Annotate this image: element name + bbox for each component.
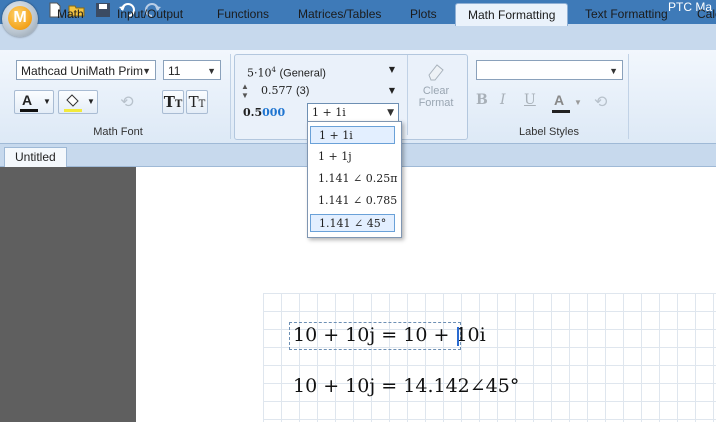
chevron-down-icon: ▼ bbox=[43, 97, 51, 106]
text-color-button[interactable]: A ▼ bbox=[14, 90, 54, 114]
chevron-down-icon: ▼ bbox=[87, 97, 95, 106]
math-font-value: Mathcad UniMath Prim bbox=[21, 64, 144, 78]
tab-calc[interactable]: Calc bbox=[697, 6, 716, 26]
precision-value: 0.577 bbox=[261, 84, 293, 97]
format-preview: 0.5000 bbox=[243, 104, 303, 122]
result-format-value: 5·10 bbox=[247, 66, 272, 80]
eq2-lhs: 10 + 10j bbox=[293, 375, 376, 397]
tab-math-formatting[interactable]: Math Formatting bbox=[455, 3, 569, 26]
save-icon[interactable] bbox=[94, 2, 112, 20]
app-menu-button[interactable]: M bbox=[2, 1, 38, 37]
complex-format-value: 1 + 1i bbox=[312, 106, 346, 119]
ribbon-tab-bar bbox=[0, 24, 716, 51]
text-color-swatch bbox=[20, 109, 38, 112]
complex-format-dropdown: 1 + 1i 1 + 1j 1.141 ∠ 0.25π 1.141 ∠ 0.78… bbox=[307, 121, 402, 238]
complex-option-1i[interactable]: 1 + 1i bbox=[310, 126, 395, 144]
complex-format-combo[interactable]: 1 + 1i ▼ bbox=[307, 103, 399, 122]
complex-option-1j[interactable]: 1 + 1j bbox=[310, 148, 395, 166]
left-margin-pane bbox=[0, 167, 136, 422]
eq1-lhs: 10 + 10j bbox=[293, 324, 376, 346]
eq2-rhs: 14.142∠45° bbox=[403, 375, 520, 397]
label-text-color-swatch bbox=[552, 110, 570, 113]
tab-plots[interactable]: Plots bbox=[410, 6, 437, 26]
italic-icon[interactable]: I bbox=[500, 92, 518, 112]
tab-text-formatting[interactable]: Text Formatting bbox=[585, 6, 668, 26]
math-region-2[interactable]: 10 + 10j = 14.142∠45° bbox=[293, 375, 519, 397]
text-cursor bbox=[457, 327, 459, 346]
document-tab-untitled[interactable]: Untitled bbox=[4, 147, 67, 167]
label-styles-group-label: Label Styles bbox=[519, 126, 579, 138]
format-preview-extra: 000 bbox=[262, 106, 286, 119]
reset-label-style-icon[interactable]: ⟲ bbox=[594, 92, 616, 114]
reset-style-icon[interactable]: ⟲ bbox=[116, 92, 138, 114]
chevron-down-icon: ▼ bbox=[207, 66, 216, 76]
eraser-icon bbox=[411, 61, 461, 85]
highlight-swatch bbox=[64, 109, 82, 112]
precision-digits: (3) bbox=[296, 85, 310, 97]
result-format-exponent: 4 bbox=[271, 66, 276, 74]
precision-combo[interactable]: 0.577 (3) ▼ bbox=[261, 82, 399, 100]
result-format-name: (General) bbox=[279, 67, 326, 80]
chevron-down-icon: ▼ bbox=[387, 108, 394, 118]
math-font-size-value: 11 bbox=[168, 64, 181, 78]
highlight-color-button[interactable]: ▼ bbox=[58, 90, 98, 114]
complex-option-polar-deg[interactable]: 1.141 ∠ 45° bbox=[310, 214, 395, 232]
math-font-combo[interactable]: Mathcad UniMath Prim ▼ bbox=[16, 60, 156, 80]
clear-format-button[interactable]: Clear Format bbox=[411, 61, 461, 127]
precision-spinner-icon[interactable]: ▲ ▼ bbox=[241, 82, 251, 100]
equals-sign: = bbox=[381, 375, 398, 397]
text-color-icon: A bbox=[22, 92, 33, 108]
math-font-group-label: Math Font bbox=[93, 126, 143, 138]
math-font-size-combo[interactable]: 11 ▼ bbox=[163, 60, 221, 80]
chevron-down-icon: ▼ bbox=[388, 86, 395, 95]
label-text-color-button[interactable]: A ▼ bbox=[550, 90, 582, 114]
label-text-color-icon: A bbox=[554, 92, 565, 108]
font-size-increase-icon[interactable]: TT bbox=[162, 90, 184, 114]
app-logo-icon: M bbox=[8, 6, 32, 30]
tab-matrices-tables[interactable]: Matrices/Tables bbox=[298, 6, 381, 26]
worksheet-grid[interactable] bbox=[263, 293, 716, 422]
chevron-down-icon: ▼ bbox=[142, 66, 151, 76]
bold-icon[interactable]: B bbox=[476, 92, 494, 112]
group-divider bbox=[407, 55, 408, 135]
eq1-rhs: 10 + 10i bbox=[403, 324, 486, 346]
complex-option-polar-rad[interactable]: 1.141 ∠ 0.785 bbox=[310, 192, 397, 210]
result-format-combo[interactable]: 5·104 (General) ▼ bbox=[247, 61, 399, 80]
math-font-group: Mathcad UniMath Prim ▼ 11 ▼ A ▼ ▼ ⟲ TT T… bbox=[6, 54, 231, 139]
clear-format-label-2: Format bbox=[418, 97, 454, 109]
label-style-combo[interactable]: ▼ bbox=[476, 60, 623, 80]
equals-sign: = bbox=[381, 324, 398, 346]
complex-option-polar-pi[interactable]: 1.141 ∠ 0.25π bbox=[310, 170, 397, 188]
clear-format-label: Clear bbox=[422, 85, 450, 97]
format-preview-main: 0.5 bbox=[243, 106, 263, 119]
chevron-down-icon: ▼ bbox=[574, 98, 582, 107]
font-size-decrease-icon[interactable]: TT bbox=[186, 90, 208, 114]
chevron-down-icon: ▼ bbox=[388, 65, 395, 74]
tab-math[interactable]: Math bbox=[57, 6, 84, 26]
chevron-down-icon: ▼ bbox=[609, 66, 618, 76]
underline-icon[interactable]: U bbox=[524, 92, 542, 112]
tab-functions[interactable]: Functions bbox=[217, 6, 269, 26]
label-styles-group: ▼ B I U A ▼ ⟲ Label Styles bbox=[470, 54, 629, 139]
tab-input-output[interactable]: Input/Output bbox=[117, 6, 183, 26]
